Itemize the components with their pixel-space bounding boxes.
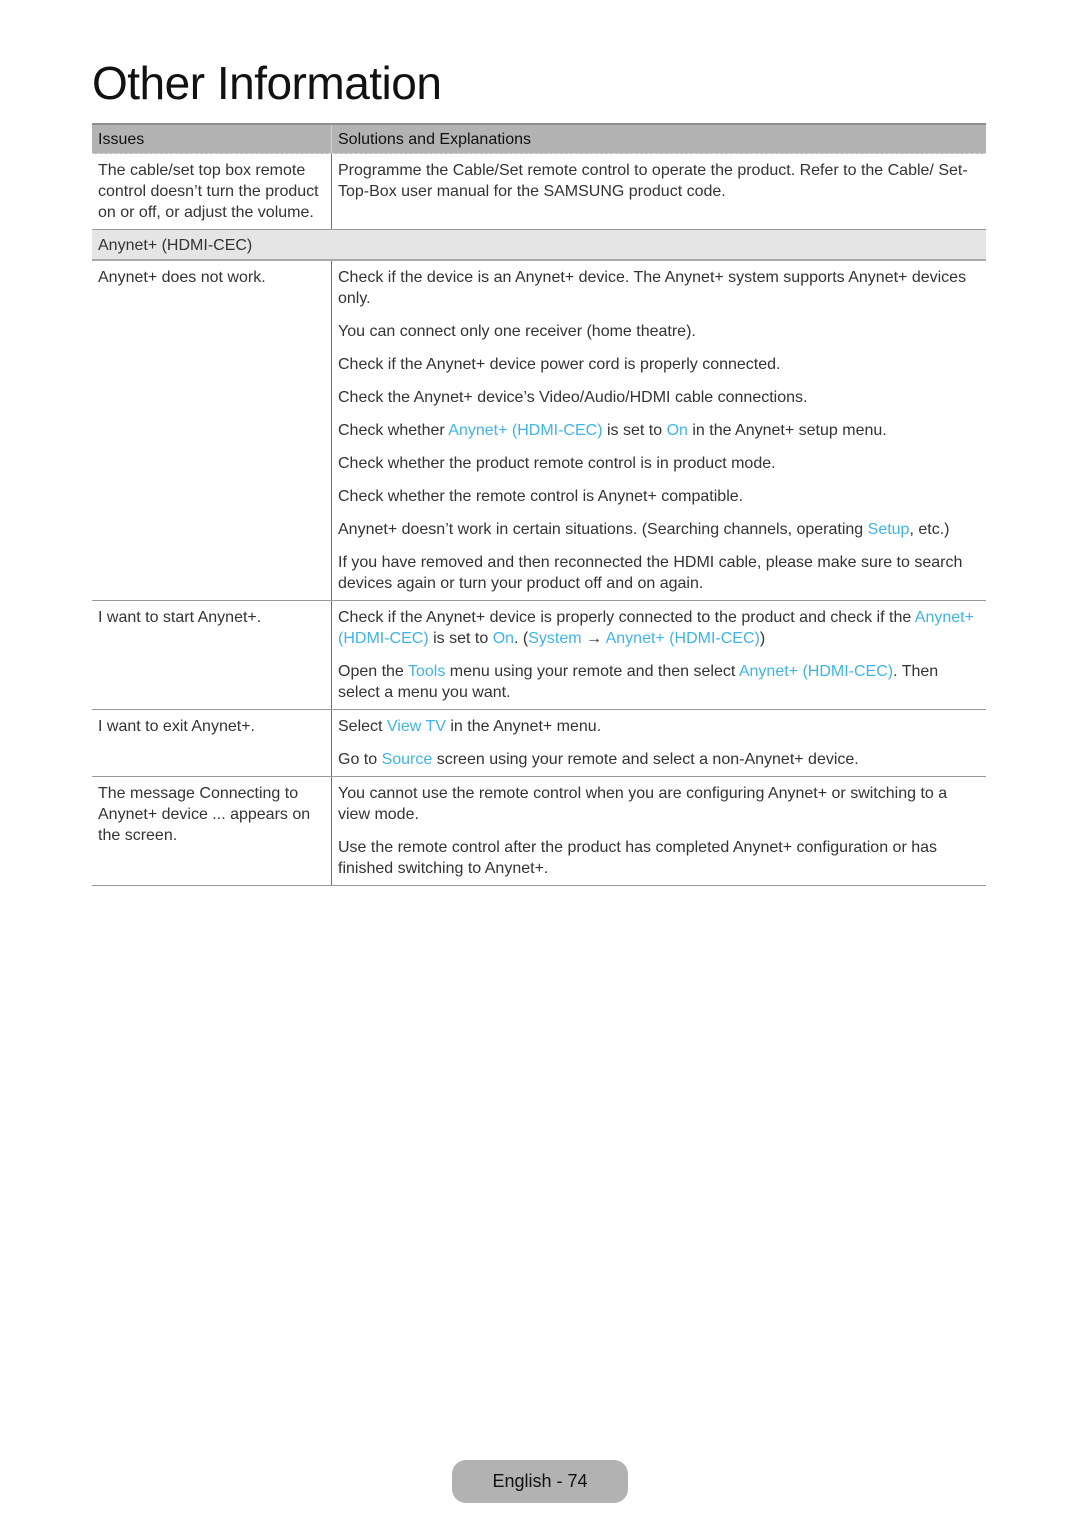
solution-text: . (: [514, 630, 529, 647]
solution-paragraph: Open the Tools menu using your remote an…: [338, 661, 980, 703]
solution-text: is set to: [428, 630, 493, 647]
menu-term-highlight: Anynet+ (HDMI-CEC): [738, 663, 894, 680]
solution-text: Open the: [338, 663, 408, 680]
menu-term-highlight: Setup: [867, 521, 910, 538]
menu-term-highlight: Anynet+ (HDMI-CEC): [605, 630, 760, 647]
solution-text: ): [759, 630, 766, 647]
solution-paragraph: Go to Source screen using your remote an…: [338, 749, 980, 770]
solution-text: You can connect only one receiver (home …: [338, 323, 696, 340]
solution-paragraph: Programme the Cable/Set remote control t…: [338, 160, 980, 202]
solution-paragraph: Use the remote control after the product…: [338, 837, 980, 879]
solution-text: You cannot use the remote control when y…: [338, 785, 948, 823]
issue-cell: I want to exit Anynet+.: [92, 709, 332, 777]
solution-text: Check if the device is an Anynet+ device…: [338, 269, 967, 307]
solution-text: menu using your remote and then select: [445, 663, 739, 680]
page-title: Other Information: [92, 57, 442, 109]
table-row: I want to exit Anynet+. Select View TV in…: [92, 709, 986, 777]
issue-cell: Anynet+ does not work.: [92, 260, 332, 601]
solution-text: Check if the Anynet+ device is properly …: [338, 609, 915, 626]
menu-term-highlight: Tools: [407, 663, 446, 680]
solution-text: Programme the Cable/Set remote control t…: [338, 162, 968, 200]
solutions-cell: Select View TV in the Anynet+ menu. Go to…: [331, 709, 986, 777]
table-row: Anynet+ does not work. Check if the devic…: [92, 260, 986, 601]
solution-text: Use the remote control after the product…: [338, 839, 938, 877]
section-title: Anynet+ (HDMI-CEC): [92, 229, 986, 261]
solution-paragraph: Check whether the remote control is Anyn…: [338, 486, 980, 507]
page-number-badge: English - 74: [452, 1460, 628, 1503]
menu-term-highlight: System: [528, 630, 582, 647]
solution-text: →: [581, 630, 606, 647]
section-row: Anynet+ (HDMI-CEC): [92, 229, 986, 261]
solution-paragraph: Check the Anynet+ device’s Video/Audio/H…: [338, 387, 980, 408]
menu-term-highlight: View TV: [386, 718, 446, 735]
solution-text: Check if the Anynet+ device power cord i…: [338, 356, 781, 373]
table-row: The message Connecting to Anynet+ device…: [92, 776, 986, 886]
solution-text: Anynet+ doesn’t work in certain situatio…: [338, 521, 868, 538]
column-header-solutions: Solutions and Explanations: [331, 123, 986, 154]
solution-text: in the Anynet+ setup menu.: [687, 422, 887, 439]
solution-text: Check whether: [338, 422, 449, 439]
solution-text: is set to: [602, 422, 667, 439]
solution-text: Check whether the remote control is Anyn…: [338, 488, 744, 505]
issue-cell: I want to start Anynet+.: [92, 600, 332, 710]
solution-text: Check whether the product remote control…: [338, 455, 776, 472]
table-row: I want to start Anynet+. Check if the Any…: [92, 600, 986, 710]
solutions-cell: Check if the Anynet+ device is properly …: [331, 600, 986, 710]
table-header-row: Issues Solutions and Explanations: [92, 123, 986, 154]
solution-paragraph: If you have removed and then reconnected…: [338, 552, 980, 594]
solution-text: in the Anynet+ menu.: [445, 718, 602, 735]
solution-text: , etc.): [909, 521, 950, 538]
solutions-cell: Check if the device is an Anynet+ device…: [331, 260, 986, 601]
table-row: The cable/set top box remote control doe…: [92, 153, 986, 230]
menu-term-highlight: Anynet+ (HDMI-CEC): [448, 422, 603, 439]
solution-paragraph: Anynet+ doesn’t work in certain situatio…: [338, 519, 980, 540]
solution-paragraph: Check whether Anynet+ (HDMI-CEC) is set …: [338, 420, 980, 441]
solution-text: Check the Anynet+ device’s Video/Audio/H…: [338, 389, 808, 406]
solution-paragraph: Check if the Anynet+ device is properly …: [338, 607, 980, 649]
solutions-cell: You cannot use the remote control when y…: [331, 776, 986, 886]
solution-text: Select: [338, 718, 387, 735]
solutions-cell: Programme the Cable/Set remote control t…: [331, 153, 986, 230]
solution-text: Go to: [338, 751, 382, 768]
solution-paragraph: Check if the device is an Anynet+ device…: [338, 267, 980, 309]
solution-text: screen using your remote and select a no…: [432, 751, 859, 768]
solution-paragraph: You can connect only one receiver (home …: [338, 321, 980, 342]
solution-paragraph: Select View TV in the Anynet+ menu.: [338, 716, 980, 737]
solution-paragraph: Check whether the product remote control…: [338, 453, 980, 474]
column-header-issues: Issues: [92, 123, 332, 154]
menu-term-highlight: On: [492, 630, 515, 647]
menu-term-highlight: On: [666, 422, 688, 439]
menu-term-highlight: Source: [381, 751, 433, 768]
solution-paragraph: Check if the Anynet+ device power cord i…: [338, 354, 980, 375]
troubleshooting-table: Issues Solutions and Explanations The ca…: [92, 123, 986, 886]
issue-cell: The cable/set top box remote control doe…: [92, 153, 332, 230]
solution-paragraph: You cannot use the remote control when y…: [338, 783, 980, 825]
issue-cell: The message Connecting to Anynet+ device…: [92, 776, 332, 886]
solution-text: If you have removed and then reconnected…: [338, 554, 963, 592]
